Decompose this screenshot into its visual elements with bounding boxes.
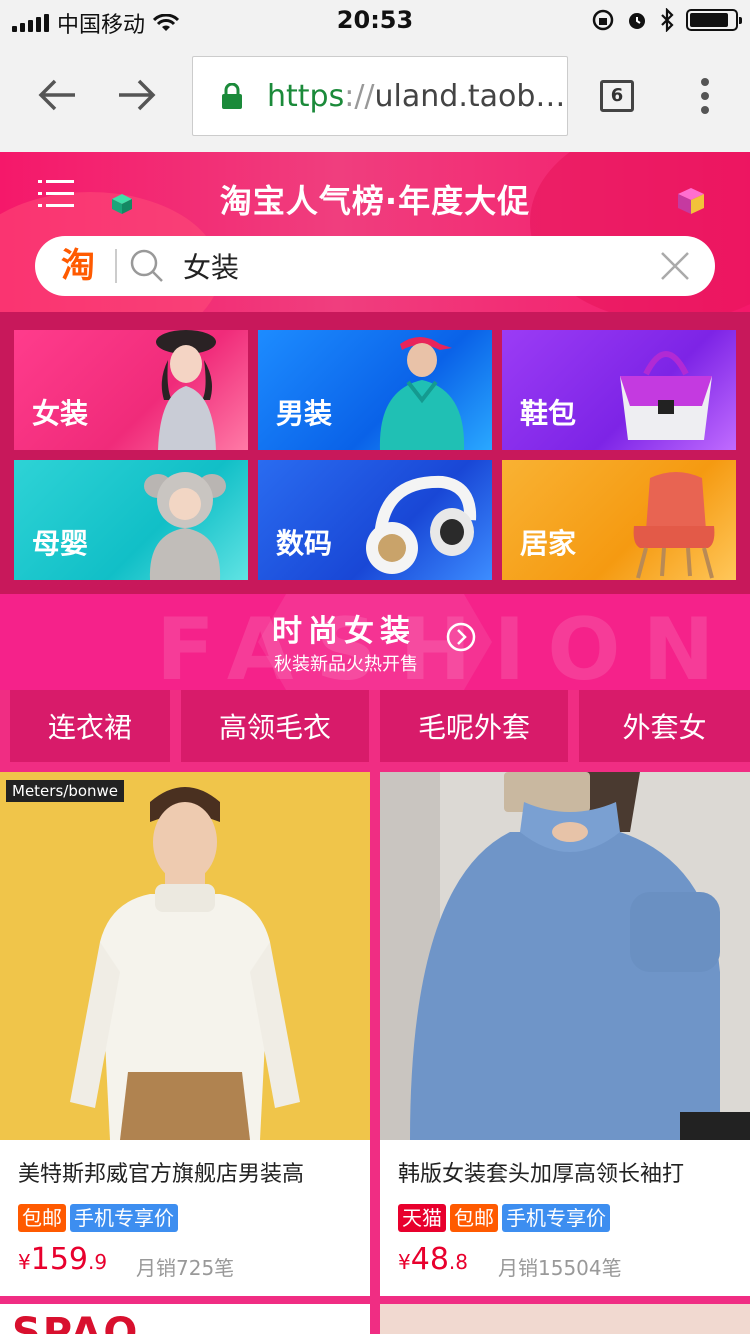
address-bar[interactable]: https://uland.taoba… xyxy=(192,56,568,136)
alarm-icon xyxy=(629,13,645,29)
badge-free-shipping: 包邮 xyxy=(18,1204,66,1232)
category-label: 男装 xyxy=(276,397,333,430)
product-price: ¥ 48 .8 xyxy=(398,1242,468,1277)
model-photo xyxy=(0,772,370,1140)
tag-button[interactable]: 连衣裙 xyxy=(10,690,170,762)
category-tile-digital[interactable]: 数码 xyxy=(258,460,492,580)
badge-row: 包邮 手机专享价 xyxy=(18,1204,178,1232)
handbag-image xyxy=(620,351,712,440)
armchair-image xyxy=(633,472,715,579)
category-tile-home[interactable]: 居家 xyxy=(502,460,736,580)
arrow-right-icon xyxy=(119,79,156,111)
arrow-left-icon xyxy=(38,79,75,111)
category-label: 数码 xyxy=(276,527,333,560)
status-right xyxy=(592,8,742,32)
category-label: 居家 xyxy=(520,527,577,560)
tabs-button[interactable]: 6 xyxy=(600,80,634,112)
brand-tag: Meters/bonwe xyxy=(6,780,125,802)
category-tile-women[interactable]: 女装 xyxy=(14,330,248,450)
url-separator: :// xyxy=(344,78,375,114)
badge-free-shipping: 包邮 xyxy=(450,1204,498,1232)
category-grid: 女装 男装 鞋包 母婴 数码 居家 xyxy=(0,312,750,594)
fashion-subtitle: 秋装新品火热开售 xyxy=(274,654,418,675)
tag-button[interactable]: 高领毛衣 xyxy=(181,690,369,762)
product-image xyxy=(380,772,750,1140)
product-card[interactable]: 韩版女装套头加厚高领长袖打 天猫 包邮 手机专享价 ¥ 48 .8 月销1550… xyxy=(380,772,750,1296)
back-button[interactable] xyxy=(32,70,82,120)
search-icon xyxy=(130,249,163,282)
price-currency: ¥ xyxy=(398,1250,411,1274)
product-card[interactable]: Meters/bonwe 美特斯邦威官方旗舰店男装高 包邮 手机专享价 ¥ 15… xyxy=(0,772,370,1296)
fashion-title: 时尚女装 xyxy=(272,614,416,649)
url-scheme: https xyxy=(267,78,345,114)
badge-row: 天猫 包邮 手机专享价 xyxy=(398,1204,610,1232)
url-host: uland.taoba… xyxy=(374,78,567,114)
status-bar: 中国移动 20:53 xyxy=(0,0,750,40)
search-divider xyxy=(115,249,117,283)
product-price: ¥ 159 .9 xyxy=(18,1242,107,1277)
cube-decor-icon xyxy=(678,188,704,214)
category-tile-shoes-bags[interactable]: 鞋包 xyxy=(502,330,736,450)
product-title: 美特斯邦威官方旗舰店男装高 xyxy=(18,1162,305,1187)
model-photo xyxy=(380,772,750,1140)
category-tile-baby[interactable]: 母婴 xyxy=(14,460,248,580)
product-card-partial[interactable] xyxy=(380,1304,750,1334)
battery-icon xyxy=(686,9,742,31)
fashion-banner[interactable]: FASHION 时尚女装 秋装新品火热开售 xyxy=(0,594,750,690)
chevron-right-circle-icon[interactable] xyxy=(446,622,476,652)
price-integer: 159 xyxy=(30,1242,88,1277)
tag-button[interactable]: 外套女 xyxy=(579,690,750,762)
price-integer: 48 xyxy=(410,1242,449,1277)
taobao-logo: 淘 xyxy=(61,246,95,286)
product-image: Meters/bonwe xyxy=(0,772,370,1140)
more-menu-icon[interactable] xyxy=(695,76,715,116)
browser-toolbar: https://uland.taoba… 6 xyxy=(0,40,750,152)
tag-row: 连衣裙 高领毛衣 毛呢外套 外套女 xyxy=(0,690,750,770)
forward-button[interactable] xyxy=(112,70,162,120)
badge-mobile-price: 手机专享价 xyxy=(502,1204,610,1232)
url-text: https://uland.taoba… xyxy=(267,79,567,114)
product-title: 韩版女装套头加厚高领长袖打 xyxy=(398,1162,685,1187)
price-currency: ¥ xyxy=(18,1250,31,1274)
price-decimal: .9 xyxy=(88,1250,108,1274)
brand-logo: SPAO xyxy=(12,1310,140,1334)
category-label: 鞋包 xyxy=(520,397,577,430)
rotation-lock-icon xyxy=(592,9,614,31)
lock-icon xyxy=(222,83,242,109)
category-label: 母婴 xyxy=(32,527,89,560)
headphones-image xyxy=(366,475,477,574)
promo-header: 淘宝人气榜·年度大促 淘 女装 xyxy=(0,152,750,312)
cube-decor-icon xyxy=(112,194,132,214)
baby-image xyxy=(144,472,226,580)
woman-model-image xyxy=(156,330,216,450)
man-model-image xyxy=(379,337,465,450)
bluetooth-icon xyxy=(661,8,674,32)
category-label: 女装 xyxy=(32,397,89,430)
monthly-sales: 月销15504笔 xyxy=(498,1256,622,1280)
monthly-sales: 月销725笔 xyxy=(136,1256,235,1280)
search-input[interactable]: 女装 xyxy=(183,246,659,286)
search-bar[interactable]: 淘 女装 xyxy=(35,236,715,296)
badge-tmall: 天猫 xyxy=(398,1204,446,1232)
tag-button[interactable]: 毛呢外套 xyxy=(380,690,568,762)
product-card-partial[interactable]: SPAO xyxy=(0,1304,370,1334)
category-tile-men[interactable]: 男装 xyxy=(258,330,492,450)
close-icon[interactable] xyxy=(659,250,691,282)
badge-mobile-price: 手机专享价 xyxy=(70,1204,178,1232)
price-decimal: .8 xyxy=(448,1250,469,1274)
